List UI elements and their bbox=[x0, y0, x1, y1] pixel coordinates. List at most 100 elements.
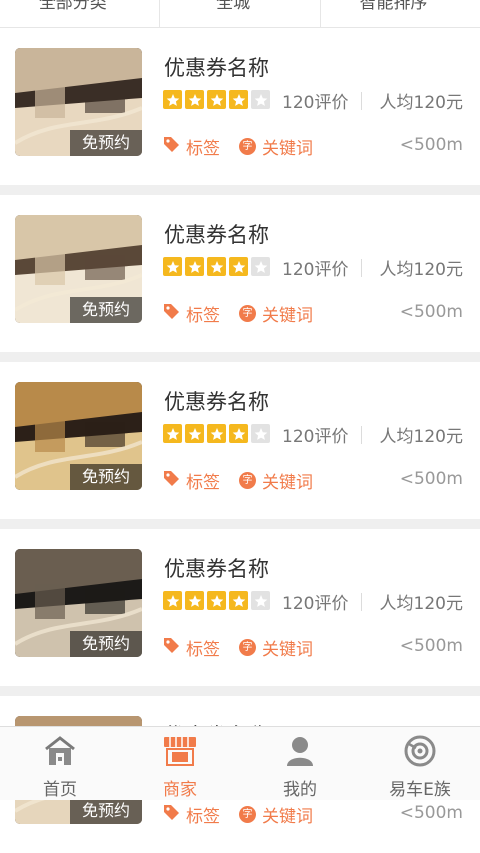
tab-mine[interactable]: 我的 bbox=[240, 727, 360, 800]
list-item[interactable]: 免预约 优惠券名称 120评价 人均120元 标签 字 关键词 <500m bbox=[0, 529, 480, 686]
star-filled-icon bbox=[207, 424, 226, 443]
star-filled-icon bbox=[185, 90, 204, 109]
star-filled-icon bbox=[163, 257, 182, 276]
list-item[interactable]: 免预约 优惠券名称 120评价 人均120元 标签 字 关键词 <500m bbox=[0, 195, 480, 352]
keyword-label: 关键词 bbox=[262, 306, 313, 326]
star-filled-icon bbox=[185, 257, 204, 276]
filter-category[interactable]: 全部分类 ▼ bbox=[0, 0, 159, 28]
coupon-title: 优惠券名称 bbox=[164, 56, 269, 80]
no-reservation-badge: 免预约 bbox=[70, 631, 142, 657]
keyword: 字 关键词 bbox=[239, 134, 313, 159]
distance: <500m bbox=[399, 469, 463, 489]
tab-mine-label: 我的 bbox=[283, 780, 317, 800]
tag: 标签 bbox=[163, 635, 220, 660]
list-divider bbox=[0, 352, 480, 362]
list-item[interactable]: 免预约 优惠券名称 120评价 人均120元 标签 字 关键词 <500m bbox=[0, 28, 480, 185]
star-filled-icon bbox=[163, 90, 182, 109]
tag-label: 标签 bbox=[186, 473, 220, 493]
keyword: 字 关键词 bbox=[239, 802, 313, 827]
star-rating bbox=[163, 424, 273, 443]
distance: <500m bbox=[399, 636, 463, 656]
tab-ecar[interactable]: 易车E族 bbox=[360, 727, 480, 800]
merchant-photo: 免预约 bbox=[15, 48, 142, 156]
average-price: 人均120元 bbox=[379, 93, 463, 113]
tag-label: 标签 bbox=[186, 139, 220, 159]
merchant-photo: 免预约 bbox=[15, 549, 142, 657]
filter-sort-label: 智能排序 bbox=[359, 0, 428, 13]
review-count: 120评价 bbox=[282, 260, 349, 280]
keyword-icon: 字 bbox=[239, 806, 256, 823]
list-divider bbox=[0, 185, 480, 195]
no-reservation-badge: 免预约 bbox=[70, 798, 142, 824]
keyword-icon: 字 bbox=[239, 472, 256, 489]
keyword: 字 关键词 bbox=[239, 301, 313, 326]
star-filled-icon bbox=[185, 591, 204, 610]
tag: 标签 bbox=[163, 301, 220, 326]
divider bbox=[361, 426, 362, 444]
keyword-icon: 字 bbox=[239, 639, 256, 656]
star-filled-icon bbox=[229, 90, 248, 109]
no-reservation-badge: 免预约 bbox=[70, 297, 142, 323]
star-filled-icon bbox=[163, 424, 182, 443]
store-icon bbox=[162, 735, 198, 771]
distance: <500m bbox=[399, 803, 463, 823]
tag-label: 标签 bbox=[186, 306, 220, 326]
keyword: 字 关键词 bbox=[239, 635, 313, 660]
tab-store[interactable]: 商家 bbox=[120, 727, 240, 800]
keyword-icon: 字 bbox=[239, 305, 256, 322]
filter-category-label: 全部分类 bbox=[38, 0, 107, 13]
divider bbox=[361, 593, 362, 611]
tab-home[interactable]: 首页 bbox=[0, 727, 120, 800]
coupon-title: 优惠券名称 bbox=[164, 557, 269, 581]
keyword-label: 关键词 bbox=[262, 807, 313, 827]
steering-wheel-icon bbox=[403, 735, 437, 771]
list-item[interactable]: 免预约 优惠券名称 120评价 人均120元 标签 字 关键词 <500m bbox=[0, 362, 480, 519]
tag-label: 标签 bbox=[186, 640, 220, 660]
star-filled-icon bbox=[163, 591, 182, 610]
filter-area-label: 全城 bbox=[216, 0, 251, 13]
divider bbox=[361, 92, 362, 110]
coupon-title: 优惠券名称 bbox=[164, 390, 269, 414]
star-filled-icon bbox=[207, 90, 226, 109]
tag-icon bbox=[163, 470, 180, 491]
star-rating bbox=[163, 90, 273, 109]
tag-icon bbox=[163, 637, 180, 658]
star-filled-icon bbox=[229, 257, 248, 276]
user-icon bbox=[283, 735, 317, 771]
star-filled-icon bbox=[229, 591, 248, 610]
keyword-label: 关键词 bbox=[262, 473, 313, 493]
average-price: 人均120元 bbox=[379, 260, 463, 280]
list-divider bbox=[0, 686, 480, 696]
star-empty-icon bbox=[251, 591, 270, 610]
filter-area[interactable]: 全城 ▼ bbox=[159, 0, 319, 28]
tab-ecar-label: 易车E族 bbox=[389, 780, 451, 800]
review-count: 120评价 bbox=[282, 594, 349, 614]
filter-sort[interactable]: 智能排序 ▼ bbox=[319, 0, 480, 28]
tag-icon bbox=[163, 804, 180, 825]
review-count: 120评价 bbox=[282, 427, 349, 447]
tag: 标签 bbox=[163, 802, 220, 827]
tag: 标签 bbox=[163, 468, 220, 493]
star-empty-icon bbox=[251, 257, 270, 276]
star-rating bbox=[163, 591, 273, 610]
filter-bar: 全部分类 ▼ 全城 ▼ 智能排序 ▼ bbox=[0, 0, 480, 28]
merchant-photo: 免预约 bbox=[15, 215, 142, 323]
chevron-down-icon: ▼ bbox=[256, 0, 264, 18]
star-filled-icon bbox=[207, 257, 226, 276]
no-reservation-badge: 免预约 bbox=[70, 464, 142, 490]
star-filled-icon bbox=[185, 424, 204, 443]
no-reservation-badge: 免预约 bbox=[70, 130, 142, 156]
review-count: 120评价 bbox=[282, 93, 349, 113]
tag-label: 标签 bbox=[186, 807, 220, 827]
average-price: 人均120元 bbox=[379, 427, 463, 447]
tab-home-label: 首页 bbox=[43, 780, 77, 800]
tag-icon bbox=[163, 136, 180, 157]
distance: <500m bbox=[399, 135, 463, 155]
chevron-down-icon: ▼ bbox=[433, 0, 441, 18]
keyword-label: 关键词 bbox=[262, 139, 313, 159]
bottom-tab-bar: 首页 商家 我的 易车E族 bbox=[0, 726, 480, 800]
keyword: 字 关键词 bbox=[239, 468, 313, 493]
keyword-label: 关键词 bbox=[262, 640, 313, 660]
list-divider bbox=[0, 519, 480, 529]
average-price: 人均120元 bbox=[379, 594, 463, 614]
